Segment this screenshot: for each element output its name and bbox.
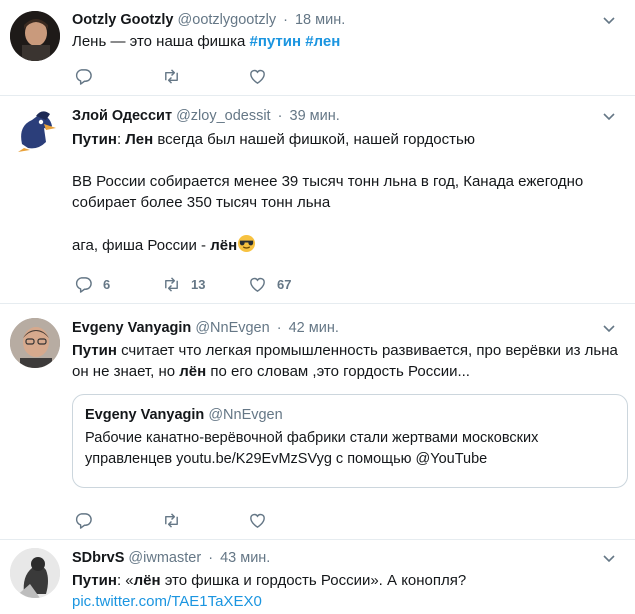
text-segment: Лень — это наша фишка	[72, 33, 250, 50]
reply-button[interactable]: 6	[74, 274, 110, 294]
text-segment: ага, фиша России -	[72, 237, 211, 254]
timestamp[interactable]: 43 мин.	[220, 550, 270, 566]
reply-icon	[75, 276, 92, 293]
like-button[interactable]: 67	[248, 274, 291, 294]
bold-keyword: лён	[210, 237, 238, 254]
tweet-feed: Ootzly Gootzly @ootzlygootzly · 18 мин. …	[0, 0, 635, 614]
separator-dot: ·	[283, 12, 288, 28]
retweet-count: 13	[191, 276, 206, 292]
chevron-down-icon[interactable]	[601, 550, 617, 566]
retweet-button[interactable]	[162, 66, 181, 86]
separator-dot: ·	[276, 320, 282, 336]
heart-icon	[250, 513, 265, 528]
avatar[interactable]	[10, 11, 60, 61]
heart-icon	[250, 69, 265, 84]
text-line: ВВ России собирается менее 39 тысяч тонн…	[72, 173, 584, 190]
text-line: Рабочие канатно-верёвочной фабрики стали…	[85, 430, 539, 446]
tweet[interactable]: SDbrvS @iwmaster · 43 мин. Путин: «лён э…	[0, 540, 635, 614]
bold-keyword: Путин	[72, 572, 117, 589]
author-handle[interactable]: @ootzlygootzly	[178, 12, 277, 28]
author-name[interactable]: SDbrvS	[72, 550, 124, 566]
text-segment: : «	[116, 572, 134, 589]
retweet-icon	[165, 512, 178, 528]
text-line: управленцев youtu.be/K29EvMzSVyg с помощ…	[85, 451, 488, 467]
tweet[interactable]: Ootzly Gootzly @ootzlygootzly · 18 мин. …	[0, 0, 635, 96]
reply-icon	[75, 512, 92, 529]
bold-keyword: Путин	[72, 131, 117, 148]
text-segment: это фишка и гордость России». А конопля?	[160, 572, 467, 589]
chevron-down-icon[interactable]	[601, 320, 617, 336]
separator-dot: ·	[208, 550, 214, 566]
timestamp[interactable]: 42 мин.	[289, 320, 339, 336]
bold-keyword: Лен	[125, 131, 154, 148]
bold-keyword: Путин	[72, 342, 117, 359]
avatar[interactable]	[10, 318, 60, 368]
author-handle[interactable]: @NnEvgen	[195, 320, 269, 336]
reply-count: 6	[103, 276, 111, 292]
separator-dot: ·	[277, 108, 283, 124]
tweet-text: Лень — это наша фишка #путин #лен	[72, 31, 619, 52]
quoted-author-name: Evgeny Vanyagin	[85, 407, 205, 423]
tweet-text: Путин: Лен всегда был нашей фишкой, наше…	[72, 129, 619, 256]
chevron-down-icon[interactable]	[601, 108, 617, 124]
tweet-text: Путин считает что легкая промышленность …	[72, 340, 619, 382]
media-link[interactable]: pic.twitter.com/TAE1TaXEX0	[72, 591, 619, 612]
quoted-author-handle: @NnEvgen	[208, 407, 283, 423]
author-name[interactable]: Evgeny Vanyagin	[72, 320, 191, 336]
reply-button[interactable]	[74, 510, 93, 530]
tweet[interactable]: Evgeny Vanyagin @NnEvgen · 42 мин. Путин…	[0, 304, 635, 540]
timestamp[interactable]: 18 мин.	[295, 12, 345, 28]
tweet-text: Путин: «лён это фишка и гордость России»…	[72, 570, 619, 612]
retweet-icon	[165, 68, 178, 84]
author-handle[interactable]: @zloy_odessit	[176, 108, 271, 124]
sunglasses-emoji-icon	[238, 234, 256, 253]
avatar[interactable]	[10, 548, 60, 598]
text-segment: всегда был нашей фишкой, нашей гордостью	[153, 131, 476, 148]
like-button[interactable]	[248, 510, 267, 530]
text-segment: по его словам ,это гордость России...	[206, 363, 470, 380]
author-name[interactable]: Злой Одессит	[72, 108, 172, 124]
reply-button[interactable]	[74, 66, 93, 86]
chevron-down-icon[interactable]	[601, 12, 617, 28]
quoted-tweet[interactable]: Evgeny Vanyagin @NnEvgen Рабочие канатно…	[72, 394, 628, 488]
heart-icon	[250, 277, 265, 292]
retweet-icon	[165, 276, 178, 292]
text-segment: он не знает, но	[72, 363, 180, 380]
avatar[interactable]	[10, 104, 60, 154]
quoted-text: Рабочие канатно-верёвочной фабрики стали…	[85, 428, 615, 470]
hashtag-link[interactable]: #лен	[305, 33, 340, 50]
timestamp[interactable]: 39 мин.	[290, 108, 340, 124]
retweet-button[interactable]	[162, 510, 181, 530]
like-button[interactable]	[248, 66, 267, 86]
author-name[interactable]: Ootzly Gootzly	[72, 12, 174, 28]
text-line: собирает более 350 тысяч тонн льна	[72, 194, 331, 211]
like-count: 67	[277, 276, 292, 292]
tweet[interactable]: Злой Одессит @zloy_odessit · 39 мин. Пут…	[0, 96, 635, 304]
hashtag-link[interactable]: #путин	[249, 33, 301, 50]
retweet-button[interactable]: 13	[162, 274, 205, 294]
reply-icon	[75, 68, 92, 85]
bold-keyword: лён	[133, 572, 161, 589]
bold-keyword: лён	[179, 363, 207, 380]
author-handle[interactable]: @iwmaster	[128, 550, 201, 566]
text-segment: считает что легкая промышленность развив…	[116, 342, 618, 359]
